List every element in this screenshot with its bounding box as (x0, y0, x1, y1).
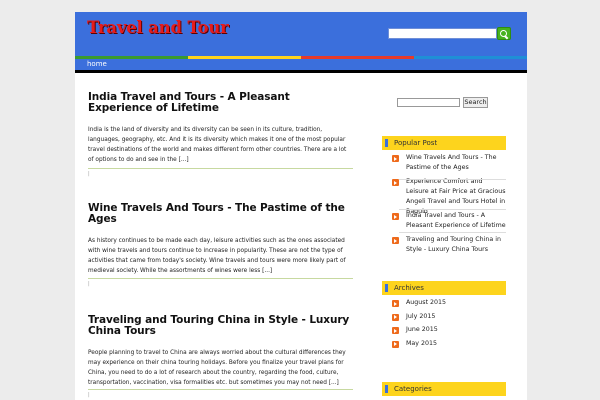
sidebar-search-button[interactable]: Search (463, 97, 488, 108)
list-separator (399, 232, 506, 233)
post-excerpt: As history continues to be made each day… (88, 238, 346, 274)
site-header: Travel and Tour (75, 12, 527, 58)
post-title[interactable]: Traveling and Touring China in Style - L… (88, 315, 353, 337)
post-title[interactable]: Wine Travels And Tours - The Pastime of … (88, 203, 353, 225)
widget-title-popular: Popular Post (382, 136, 506, 150)
archive-link[interactable]: August 2015 (406, 299, 446, 306)
post: India Travel and Tours - A Pleasant Expe… (88, 92, 353, 114)
archive-link[interactable]: June 2015 (406, 326, 438, 333)
popular-post-link[interactable]: India Travel and Tours - A Pleasant Expe… (406, 212, 506, 229)
nav-underbar (75, 70, 527, 73)
popular-post-link[interactable]: Wine Travels And Tours - The Pastime of … (406, 154, 496, 171)
arrow-bullet-icon (392, 313, 399, 321)
list-item[interactable]: May 2015 (382, 339, 506, 353)
post: Traveling and Touring China in Style - L… (88, 315, 353, 337)
post-title[interactable]: India Travel and Tours - A Pleasant Expe… (88, 92, 353, 114)
archive-link[interactable]: July 2015 (406, 313, 435, 320)
arrow-bullet-icon (392, 327, 399, 334)
list-separator (399, 179, 506, 180)
post-excerpt-block: India is the land of diversity and its d… (88, 125, 353, 165)
post-excerpt: People planning to travel to China are a… (88, 350, 346, 386)
popular-post-link[interactable]: Traveling and Touring China in Style - L… (406, 236, 501, 253)
post-divider (88, 278, 353, 279)
post-separator-mark: | (88, 171, 90, 177)
post-separator-mark: | (88, 281, 90, 287)
sidebar-search-input[interactable] (397, 98, 460, 107)
list-item[interactable]: June 2015 (382, 325, 506, 339)
arrow-bullet-icon (392, 213, 399, 220)
arrow-bullet-icon (392, 300, 399, 307)
page: Travel and Tour home India Travel and To… (75, 12, 527, 400)
list-separator (399, 209, 506, 210)
arrow-bullet-icon (392, 340, 399, 348)
header-search-input[interactable] (388, 28, 497, 39)
popular-post-list: Wine Travels And Tours - The Pastime of … (382, 153, 506, 259)
archives-list: August 2015 July 2015 June 2015 May 2015 (382, 298, 506, 352)
widget-title-archives: Archives (382, 281, 506, 295)
main-nav: home (75, 59, 527, 70)
arrow-bullet-icon (392, 179, 399, 186)
post: Wine Travels And Tours - The Pastime of … (88, 203, 353, 225)
post-divider (88, 168, 353, 169)
post-divider (88, 389, 353, 390)
post-excerpt: India is the land of diversity and its d… (88, 127, 347, 163)
list-item[interactable]: Traveling and Touring China in Style - L… (382, 235, 506, 259)
arrow-bullet-icon (392, 237, 399, 244)
site-title[interactable]: Travel and Tour (87, 18, 229, 37)
archive-link[interactable]: May 2015 (406, 340, 437, 347)
widget-title-categories: Categories (382, 382, 506, 396)
list-item[interactable]: July 2015 (382, 312, 506, 326)
post-excerpt-block: As history continues to be made each day… (88, 236, 353, 276)
nav-item-home[interactable]: home (87, 59, 107, 70)
arrow-bullet-icon (392, 155, 399, 162)
post-excerpt-block: People planning to travel to China are a… (88, 348, 353, 388)
list-item[interactable]: August 2015 (382, 298, 506, 312)
search-icon[interactable] (497, 27, 511, 40)
post-separator-mark: | (88, 392, 90, 398)
